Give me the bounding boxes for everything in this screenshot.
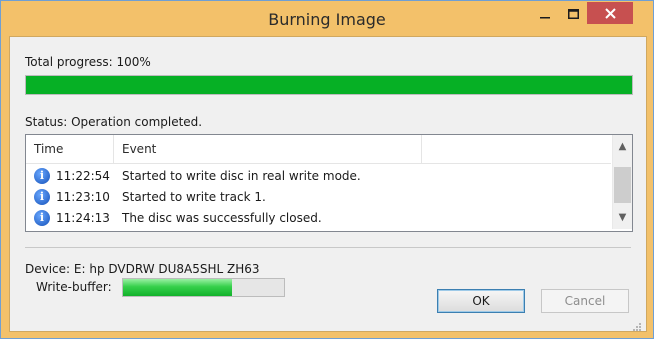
info-icon: i xyxy=(34,189,50,205)
total-progress-bar xyxy=(25,75,633,95)
write-buffer-fill xyxy=(123,279,233,296)
scroll-up-icon[interactable]: ▲ xyxy=(613,138,632,155)
burning-image-dialog: Burning Image Total progress: 100% Statu… xyxy=(0,0,654,339)
log-event: Started to write track 1. xyxy=(122,190,266,204)
cancel-button[interactable]: Cancel xyxy=(541,289,629,313)
title-bar[interactable]: Burning Image xyxy=(1,1,653,36)
info-icon: i xyxy=(34,210,50,226)
event-log-list[interactable]: Time Event i 11:22:54 Started to write d… xyxy=(25,134,633,232)
section-divider xyxy=(25,247,631,248)
scroll-thumb[interactable] xyxy=(614,167,631,203)
maximize-button[interactable] xyxy=(559,2,587,24)
dialog-body: Total progress: 100% Status: Operation c… xyxy=(9,36,647,332)
scroll-down-icon[interactable]: ▼ xyxy=(613,209,632,226)
total-progress-label: Total progress: 100% xyxy=(25,55,151,69)
close-button[interactable] xyxy=(587,2,633,24)
log-event: Started to write disc in real write mode… xyxy=(122,169,361,183)
total-progress-fill xyxy=(26,76,632,94)
maximize-icon xyxy=(567,4,579,23)
info-icon: i xyxy=(34,168,50,184)
list-item[interactable]: i 11:23:10 Started to write track 1. xyxy=(26,187,611,208)
write-buffer-bar xyxy=(122,278,285,297)
vertical-scrollbar[interactable]: ▲ ▼ xyxy=(612,135,632,229)
column-header-time[interactable]: Time xyxy=(26,135,114,163)
write-buffer-label: Write-buffer: xyxy=(36,280,112,294)
log-time: 11:24:13 xyxy=(56,211,110,225)
status-label: Status: Operation completed. xyxy=(25,115,203,129)
list-header: Time Event xyxy=(26,135,611,164)
device-label: Device: E: hp DVDRW DU8A5SHL ZH63 xyxy=(25,262,260,276)
log-event: The disc was successfully closed. xyxy=(122,211,322,225)
resize-grip-icon[interactable] xyxy=(630,317,642,331)
minimize-icon xyxy=(540,4,550,23)
log-time: 11:22:54 xyxy=(56,169,110,183)
log-time: 11:23:10 xyxy=(56,190,110,204)
close-icon xyxy=(604,4,616,23)
ok-button[interactable]: OK xyxy=(437,289,525,313)
list-item[interactable]: i 11:22:54 Started to write disc in real… xyxy=(26,166,611,187)
list-item[interactable]: i 11:24:13 The disc was successfully clo… xyxy=(26,208,611,229)
minimize-button[interactable] xyxy=(531,2,559,24)
column-header-event[interactable]: Event xyxy=(114,135,422,163)
